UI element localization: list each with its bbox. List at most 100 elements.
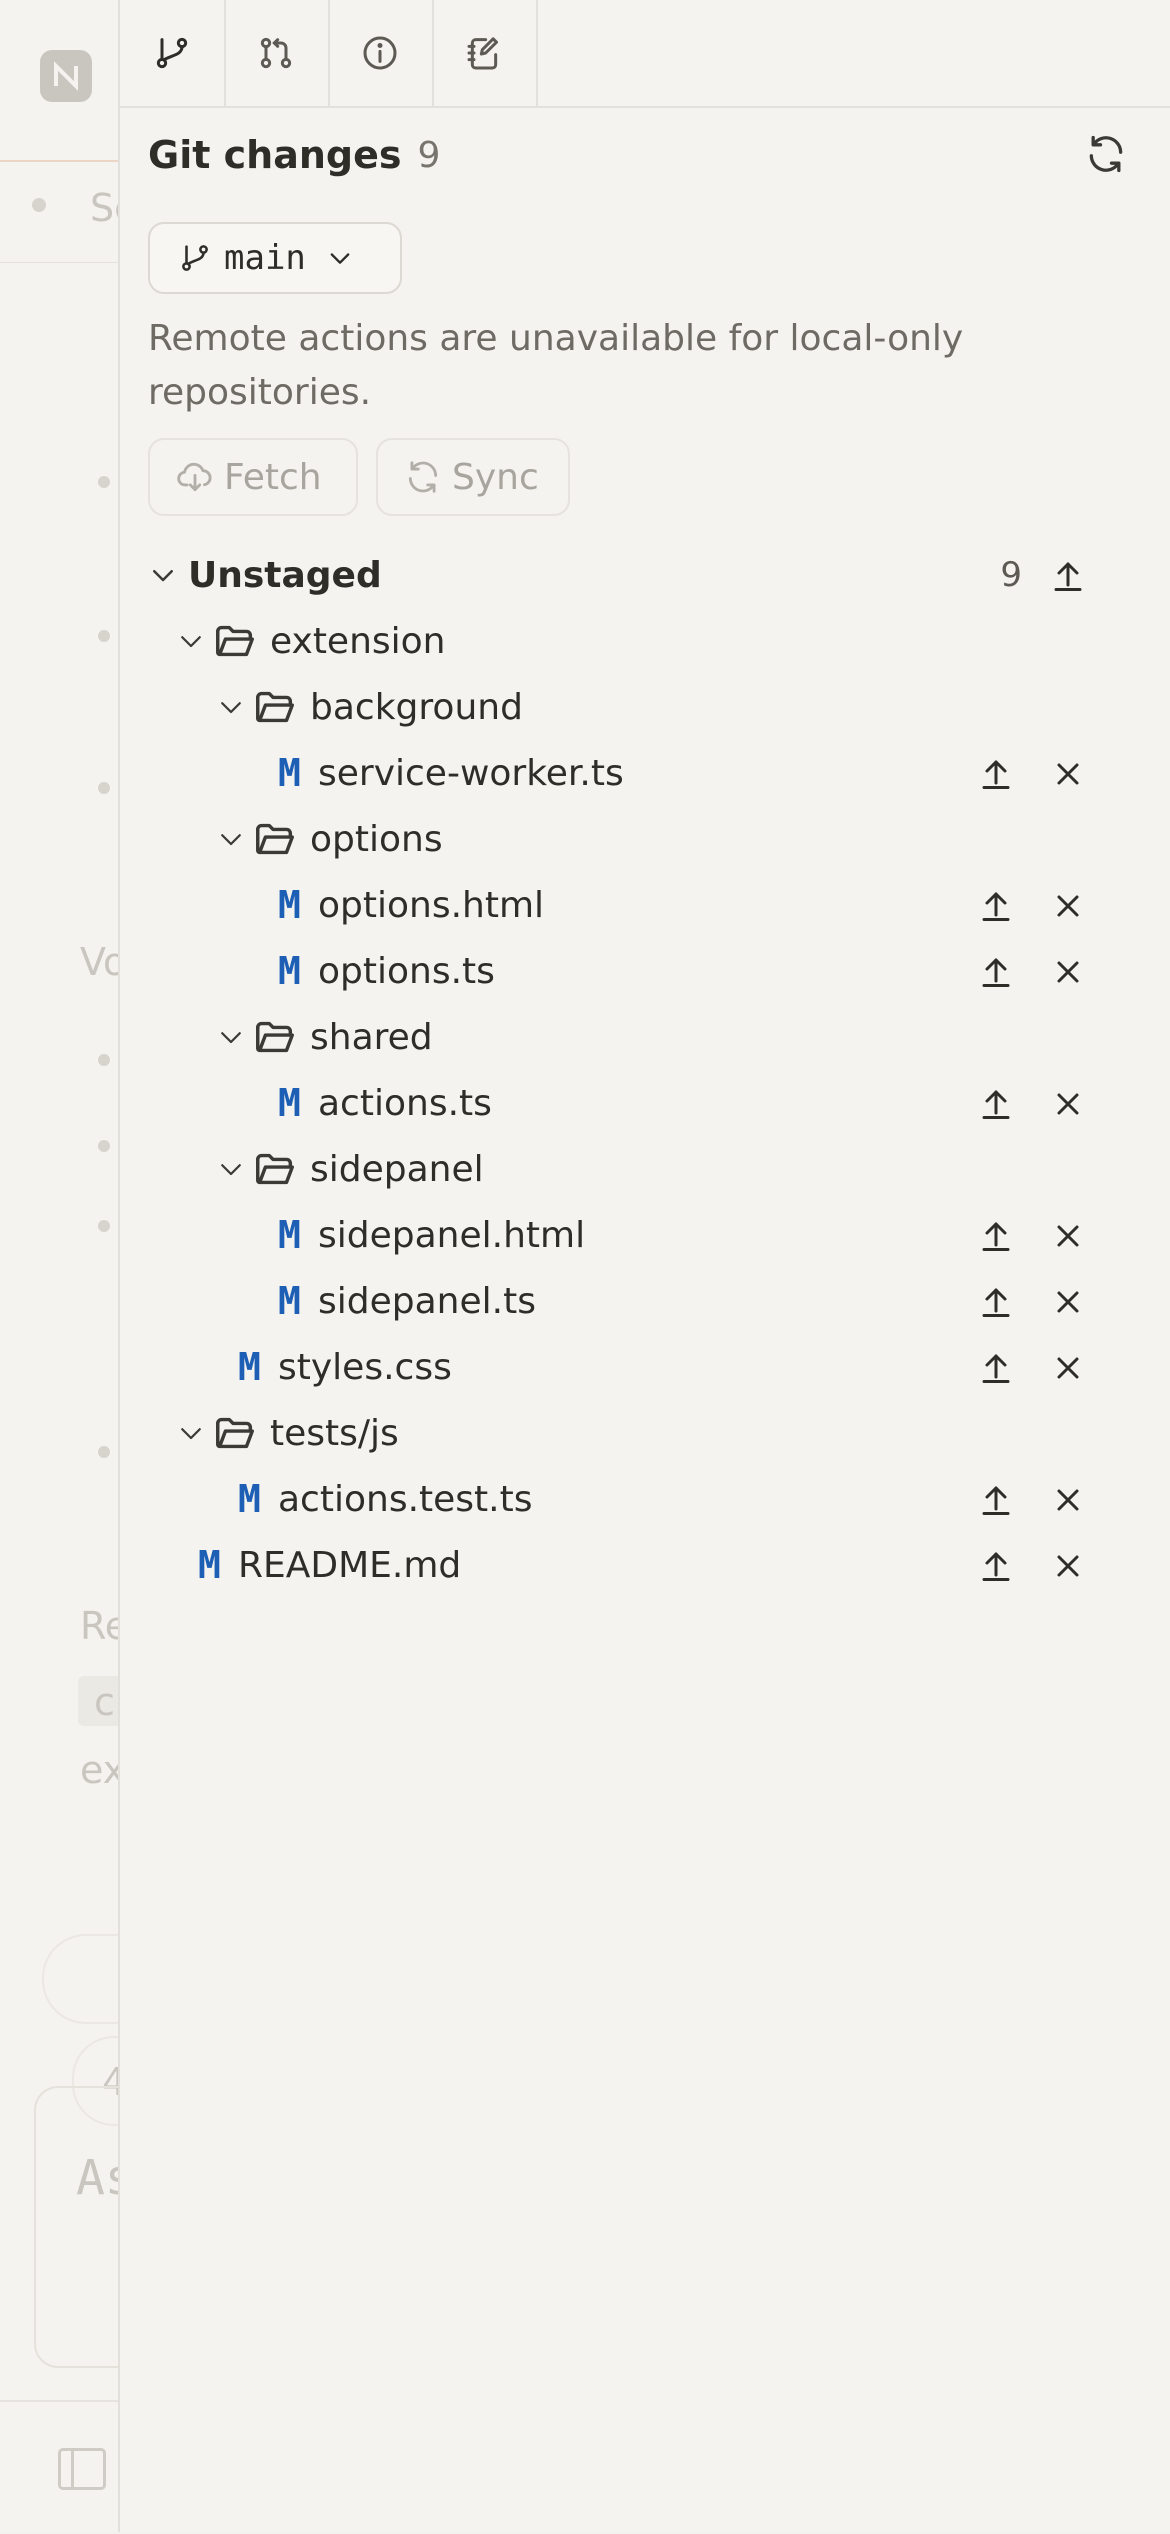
tree-item-name: actions.ts	[318, 1082, 492, 1124]
tree-item-name: styles.css	[278, 1346, 452, 1388]
modified-badge: M	[278, 883, 301, 927]
discard-change-icon[interactable]	[1050, 886, 1086, 926]
tree-file[interactable]: Mactions.test.ts	[238, 1470, 532, 1528]
tree-file[interactable]: Mstyles.css	[238, 1338, 452, 1396]
panel-title: Git changes	[148, 133, 402, 177]
refresh-icon[interactable]	[1084, 132, 1128, 176]
folder-open-icon	[216, 625, 254, 657]
folder-open-icon	[256, 1021, 294, 1053]
tree-item-name: service-worker.ts	[318, 752, 624, 794]
stage-file-icon[interactable]	[978, 1480, 1014, 1520]
chevron-down-icon	[153, 570, 173, 582]
chevron-down-icon	[221, 834, 241, 846]
chevron-down-icon	[330, 253, 350, 264]
tree-item-name: extension	[270, 620, 446, 662]
tree-item-name: sidepanel	[310, 1148, 484, 1190]
tree-item-name: actions.test.ts	[278, 1478, 533, 1520]
tree-item-name: background	[310, 686, 523, 728]
tree-folder[interactable]: options	[216, 810, 443, 868]
info-icon	[363, 36, 397, 70]
section-count: 9	[1000, 555, 1022, 595]
tree-folder[interactable]: background	[216, 678, 523, 736]
discard-change-icon[interactable]	[1050, 1480, 1086, 1520]
stage-file-icon[interactable]	[978, 1282, 1014, 1322]
tree-item-name: options.html	[318, 884, 545, 926]
tree-item-name: options.ts	[318, 950, 495, 992]
tree-file[interactable]: Moptions.ts	[278, 942, 495, 1000]
git-panel: Git changes 9 main Remote actions are un…	[118, 0, 1170, 2532]
tab-git-changes[interactable]	[120, 0, 226, 106]
git-pull-request-icon	[260, 37, 292, 69]
tree-file[interactable]: Msidepanel.ts	[278, 1272, 536, 1330]
chevron-down-icon	[221, 1032, 241, 1044]
discard-change-icon[interactable]	[1050, 1546, 1086, 1586]
remote-notice: Remote actions are unavailable for local…	[148, 318, 964, 413]
tree-item-name: tests/js	[270, 1412, 399, 1454]
chevron-down-icon	[181, 1428, 201, 1440]
modified-badge: M	[278, 949, 301, 993]
tree-item-name: sidepanel.html	[318, 1214, 586, 1256]
tree-file[interactable]: M README.md	[198, 1536, 461, 1594]
stage-file-icon[interactable]	[978, 886, 1014, 926]
discard-change-icon[interactable]	[1050, 952, 1086, 992]
branch-selector[interactable]: main	[148, 222, 402, 294]
modified-badge: M	[278, 1279, 301, 1323]
modified-badge: M	[278, 1213, 301, 1257]
tree-item-name: options	[310, 818, 443, 860]
fetch-button[interactable]: Fetch	[148, 438, 358, 516]
tab-info[interactable]	[328, 0, 434, 106]
sync-icon	[408, 461, 438, 493]
modified-badge: M	[238, 1345, 261, 1389]
discard-change-icon[interactable]	[1050, 1282, 1086, 1322]
background-bullet	[98, 1054, 110, 1066]
folder-open-icon	[256, 1153, 294, 1185]
modified-badge: M	[278, 1081, 301, 1125]
tree-folder[interactable]: sidepanel	[216, 1140, 484, 1198]
cloud-download-icon	[177, 462, 212, 492]
sync-label: Sync	[452, 456, 539, 498]
tree-folder[interactable]: tests/js	[176, 1404, 399, 1462]
tree-folder[interactable]: shared	[216, 1008, 433, 1066]
tree-item-name: shared	[310, 1016, 433, 1058]
stage-file-icon[interactable]	[978, 1348, 1014, 1388]
stage-file-icon[interactable]	[978, 952, 1014, 992]
tree-file[interactable]: Mactions.ts	[278, 1074, 492, 1132]
background-bullet	[98, 1220, 110, 1232]
stage-all-icon[interactable]	[1050, 556, 1086, 596]
tab-notes[interactable]	[432, 0, 538, 106]
background-divider	[0, 262, 130, 263]
stage-file-icon[interactable]	[978, 1546, 1014, 1586]
fetch-label: Fetch	[224, 456, 322, 498]
sync-button[interactable]: Sync	[376, 438, 570, 516]
tree-file[interactable]: Msidepanel.html	[278, 1206, 585, 1264]
tree-item-name: README.md	[238, 1544, 462, 1586]
tree-item-name: sidepanel.ts	[318, 1280, 536, 1322]
stage-file-icon[interactable]	[978, 1084, 1014, 1124]
background-bullet	[98, 476, 110, 488]
tree-file[interactable]: Moptions.html	[278, 876, 544, 934]
tree-file[interactable]: Mservice-worker.ts	[278, 744, 624, 802]
unstaged-section-header[interactable]: Unstaged 9	[148, 548, 1108, 602]
git-branch-icon	[156, 37, 188, 69]
modified-badge: M	[278, 751, 301, 795]
tree-folder[interactable]: extension	[176, 612, 446, 670]
discard-change-icon[interactable]	[1050, 1216, 1086, 1256]
background-bullet	[98, 1446, 110, 1458]
modified-badge: M	[238, 1477, 261, 1521]
tab-pull-requests[interactable]	[224, 0, 330, 106]
git-branch-icon	[182, 245, 208, 271]
discard-change-icon[interactable]	[1050, 1084, 1086, 1124]
app-logo	[40, 50, 92, 102]
stage-file-icon[interactable]	[978, 1216, 1014, 1256]
notebook-edit-icon	[467, 37, 498, 70]
background-bullet	[98, 782, 110, 794]
stage-file-icon[interactable]	[978, 754, 1014, 794]
background-status-dot	[32, 198, 46, 212]
background-text: c	[94, 1680, 115, 1724]
folder-open-icon	[256, 823, 294, 855]
discard-change-icon[interactable]	[1050, 1348, 1086, 1388]
chevron-down-icon	[221, 702, 241, 714]
discard-change-icon[interactable]	[1050, 754, 1086, 794]
panel-tab-bar	[120, 0, 1170, 108]
chevron-down-icon	[181, 636, 201, 648]
